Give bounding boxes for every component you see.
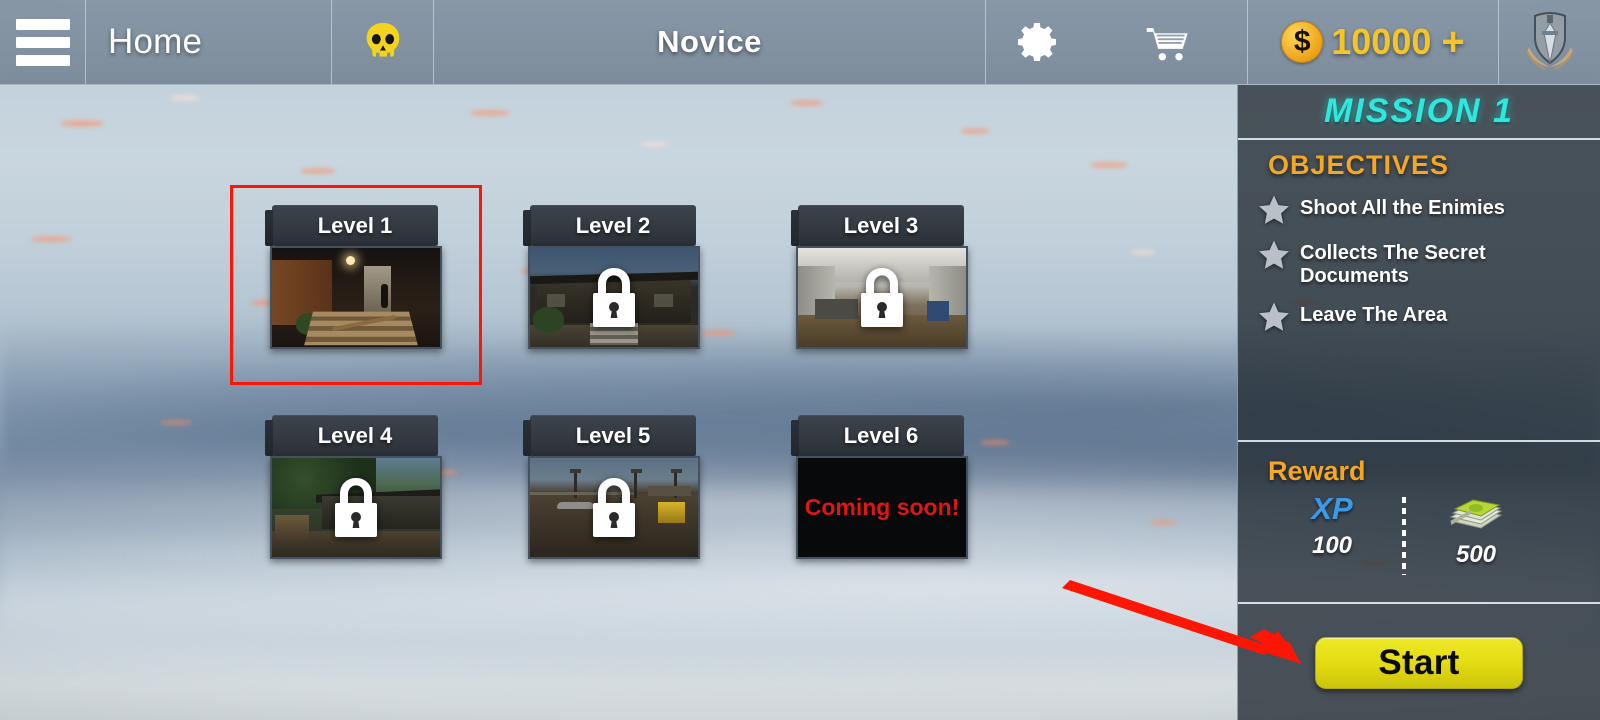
page-title: Novice	[434, 0, 985, 84]
difficulty-skull-button[interactable]	[332, 0, 433, 84]
game-level-select-screen: Home Novice $ 10000 + Level 1 Level 2 Le…	[0, 0, 1600, 720]
shop-button[interactable]	[1087, 0, 1247, 84]
level-label: Level 5	[575, 422, 651, 448]
level-grid: Level 1 Level 2 Level 3 Level 4 Level 5 …	[0, 85, 1237, 720]
start-section: Start	[1238, 604, 1600, 720]
level-card-3[interactable]: Level 3	[788, 205, 974, 349]
lock-icon	[335, 477, 377, 537]
hamburger-menu-button[interactable]	[0, 0, 85, 84]
level-label-tab: Level 1	[265, 205, 438, 246]
level-card-1[interactable]: Level 1	[230, 185, 482, 385]
home-button[interactable]: Home	[86, 0, 331, 84]
mission-title: MISSION 1	[1324, 92, 1514, 130]
start-button[interactable]: Start	[1315, 637, 1523, 689]
objective-label: Leave The Area	[1300, 304, 1448, 326]
level-card-4[interactable]: Level 4	[262, 415, 448, 559]
level-thumbnail: Coming soon!	[796, 456, 968, 559]
add-currency-button[interactable]: +	[1441, 22, 1464, 62]
level-label-tab: Level 5	[523, 415, 696, 456]
level-card-6[interactable]: Level 6 Coming soon!	[788, 415, 974, 559]
level-label-tab: Level 6	[791, 415, 964, 456]
level-thumbnail[interactable]	[528, 456, 700, 559]
level-thumbnail[interactable]	[796, 246, 968, 349]
hamburger-menu-icon	[15, 54, 70, 66]
lock-icon	[593, 477, 635, 537]
xp-value: 100	[1311, 531, 1353, 559]
star-icon	[1259, 240, 1289, 269]
objectives-heading: OBJECTIVES	[1268, 150, 1450, 180]
skull-icon	[366, 22, 399, 57]
level-thumbnail[interactable]	[270, 246, 442, 349]
money-value: 500	[1455, 541, 1497, 568]
level-card-2[interactable]: Level 2	[520, 205, 706, 349]
level-label: Level 4	[317, 422, 393, 448]
level-label: Level 1	[317, 212, 393, 238]
reward-heading: Reward	[1268, 456, 1366, 486]
gear-icon	[1017, 23, 1056, 61]
objective-item: Shoot All the Enimies	[1238, 193, 1600, 238]
dollar-coin-icon: $	[1281, 21, 1324, 63]
coming-soon-placeholder: Coming soon!	[798, 458, 966, 557]
objective-item: Leave The Area	[1238, 300, 1600, 345]
level-label: Level 3	[843, 212, 919, 238]
level-card-5[interactable]: Level 5	[520, 415, 706, 559]
top-navigation-bar: Home Novice $ 10000 +	[0, 0, 1600, 85]
star-icon	[1259, 302, 1289, 331]
shopping-cart-icon	[1146, 28, 1188, 61]
level-thumbnail[interactable]	[270, 456, 442, 559]
objective-label: Collects The Secret Documents	[1300, 242, 1486, 287]
currency-display[interactable]: $ 10000 +	[1248, 0, 1498, 84]
coming-soon-label: Coming soon!	[804, 493, 960, 520]
rank-badge-icon	[1525, 11, 1574, 70]
mission-header: MISSION 1	[1238, 85, 1600, 138]
xp-label: XP	[1311, 491, 1353, 526]
reward-values-row: XP 100 500	[1238, 491, 1600, 575]
objectives-section: OBJECTIVES Shoot All the Enimies Collect…	[1238, 140, 1600, 440]
lock-icon	[593, 267, 635, 327]
coin-amount: 10000	[1331, 21, 1432, 62]
home-label: Home	[108, 22, 203, 61]
reward-section: Reward XP 100 500	[1238, 442, 1600, 602]
settings-button[interactable]	[986, 0, 1087, 84]
money-stack-icon	[1449, 499, 1503, 529]
start-button-label: Start	[1378, 643, 1460, 682]
reward-money: 500	[1416, 493, 1536, 569]
reward-divider	[1402, 497, 1406, 575]
objective-item: Collects The Secret Documents	[1238, 238, 1600, 300]
level-thumbnail[interactable]	[528, 246, 700, 349]
lock-icon	[861, 267, 903, 327]
reward-xp: XP 100	[1272, 491, 1392, 560]
level-label-tab: Level 2	[523, 205, 696, 246]
player-rank-button[interactable]	[1499, 0, 1600, 84]
objective-label: Shoot All the Enimies	[1300, 197, 1505, 219]
page-title-label: Novice	[657, 24, 762, 59]
star-icon	[1259, 195, 1289, 224]
level-label: Level 2	[575, 212, 651, 238]
level-label-tab: Level 3	[791, 205, 964, 246]
level-label: Level 6	[843, 422, 919, 448]
hamburger-menu-icon	[15, 18, 70, 30]
hamburger-menu-icon	[15, 36, 70, 48]
level-label-tab: Level 4	[265, 415, 438, 456]
level-scene-preview	[272, 248, 440, 347]
mission-info-panel: MISSION 1 OBJECTIVES Shoot All the Enimi…	[1237, 85, 1600, 720]
